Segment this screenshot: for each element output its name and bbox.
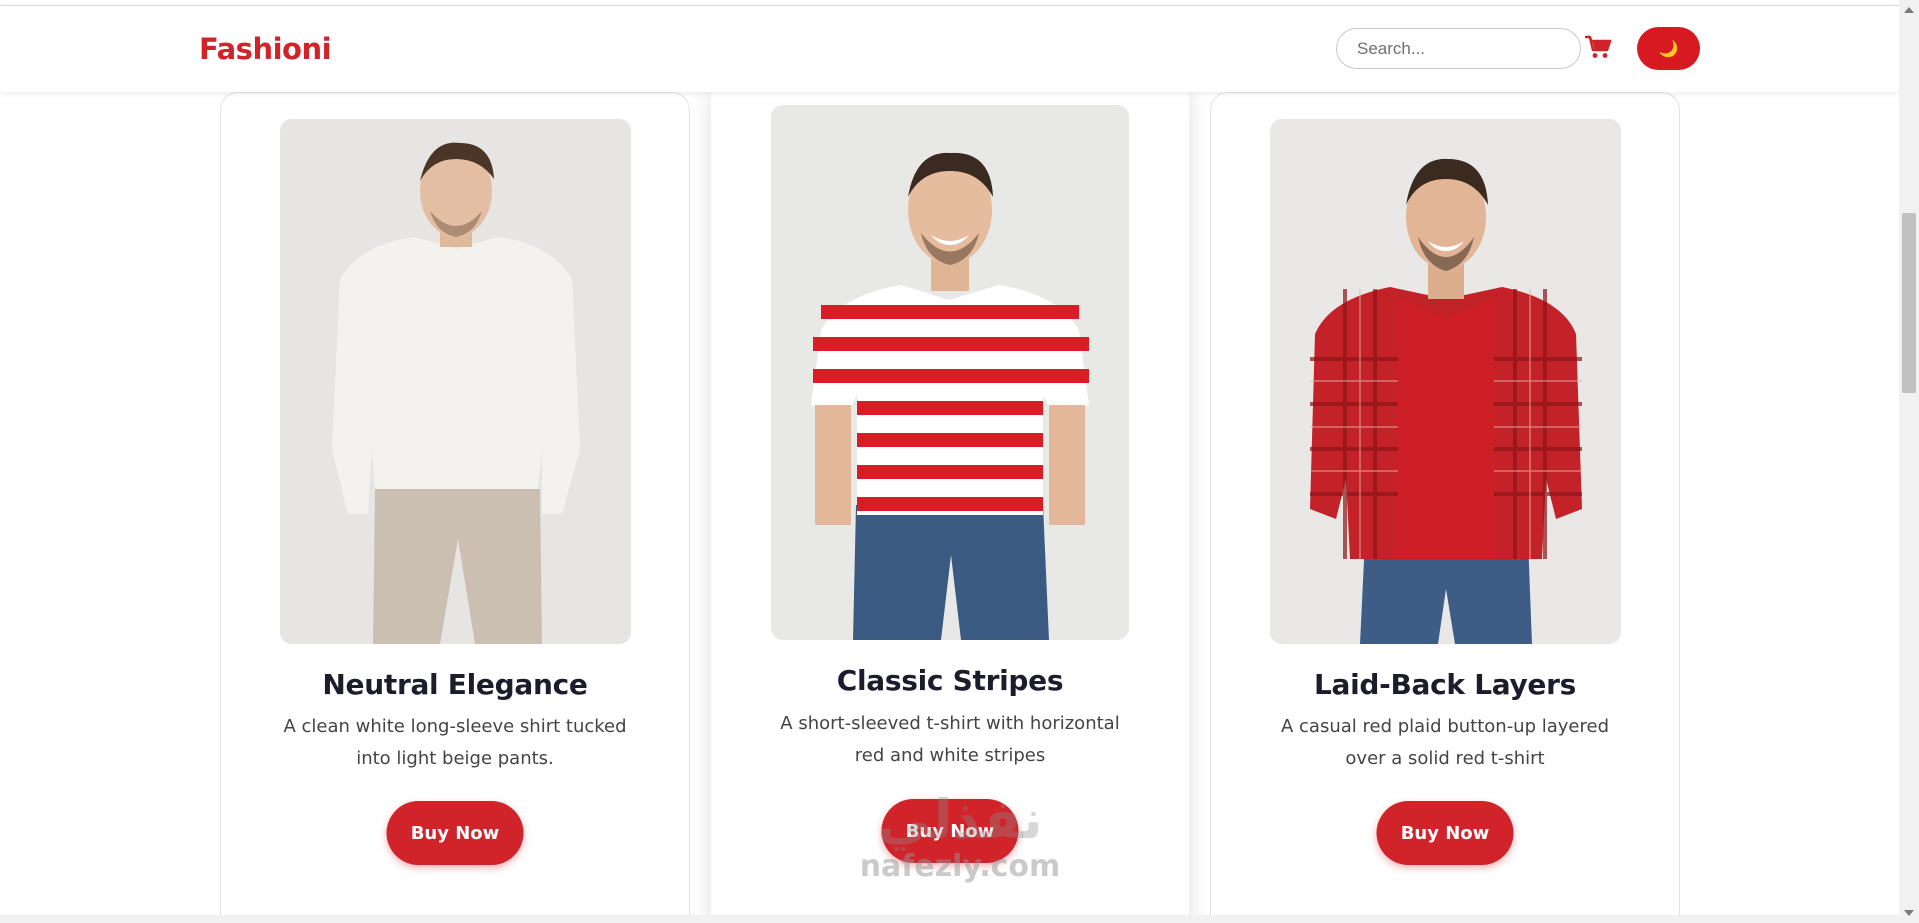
product-description: A short-sleeved t-shirt with horizontal …: [780, 713, 1120, 766]
theme-toggle-button[interactable]: 🌙: [1637, 27, 1700, 70]
navbar: Fashioni 🌙: [0, 6, 1899, 92]
product-title: Laid-Back Layers: [1314, 668, 1576, 701]
product-description: A casual red plaid button-up layered ove…: [1280, 716, 1610, 769]
product-description: A clean white long-sleeve shirt tucked i…: [283, 716, 627, 769]
search-input[interactable]: [1336, 28, 1581, 69]
cart-icon[interactable]: [1584, 33, 1613, 61]
horizontal-scrollbar[interactable]: [0, 915, 1899, 923]
product-image: [1270, 119, 1621, 644]
scrollbar-thumb[interactable]: [1902, 213, 1916, 393]
product-image: [771, 105, 1129, 640]
buy-now-button[interactable]: Buy Now: [1376, 801, 1514, 865]
product-card: Neutral Elegance A clean white long-slee…: [220, 92, 690, 923]
product-card: Classic Stripes A short-sleeved t-shirt …: [711, 80, 1189, 923]
product-title: Classic Stripes: [836, 664, 1064, 697]
buy-now-button[interactable]: Buy Now: [881, 799, 1019, 863]
page: Fashioni 🌙: [0, 0, 1919, 923]
scroll-up-arrow-icon[interactable]: [1904, 7, 1914, 13]
product-title: Neutral Elegance: [322, 668, 588, 701]
vertical-scrollbar[interactable]: [1899, 0, 1919, 923]
brand-logo[interactable]: Fashioni: [199, 32, 332, 66]
product-image: [280, 119, 631, 644]
buy-now-button[interactable]: Buy Now: [386, 801, 524, 865]
moon-icon: 🌙: [1658, 40, 1679, 58]
product-card: Laid-Back Layers A casual red plaid butt…: [1210, 92, 1680, 923]
scroll-down-arrow-icon[interactable]: [1904, 910, 1914, 916]
